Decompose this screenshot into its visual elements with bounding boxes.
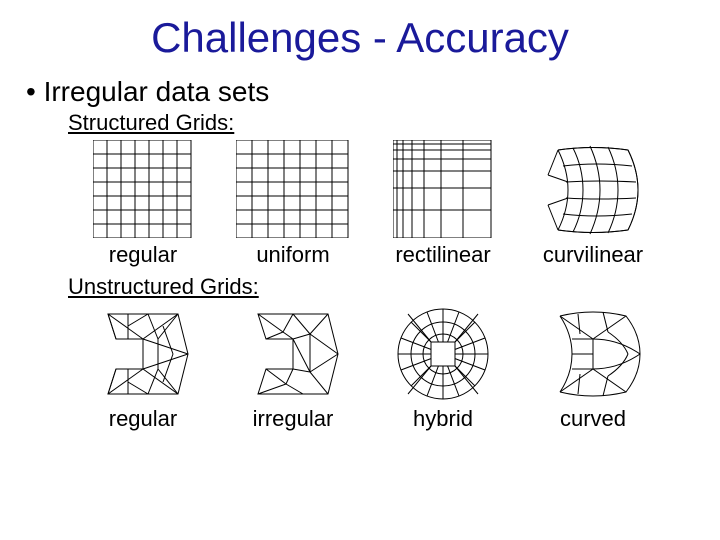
- caption-irregular: irregular: [218, 406, 368, 432]
- curved-unstructured-icon: [538, 304, 648, 404]
- caption-regular-u: regular: [68, 406, 218, 432]
- caption-rectilinear: rectilinear: [368, 242, 518, 268]
- grid-regular: [68, 140, 218, 240]
- grid-regular-unstruct: [68, 304, 218, 404]
- bullet-main: • Irregular data sets: [26, 76, 700, 108]
- grid-rectilinear: [368, 140, 518, 240]
- caption-curvilinear: curvilinear: [518, 242, 668, 268]
- structured-grids-row: [68, 140, 700, 240]
- slide: Challenges - Accuracy • Irregular data s…: [0, 0, 720, 540]
- rectilinear-grid-icon: [393, 140, 493, 238]
- uniform-grid-icon: [236, 140, 351, 238]
- caption-hybrid: hybrid: [368, 406, 518, 432]
- grid-uniform: [218, 140, 368, 240]
- grid-curved-unstruct: [518, 304, 668, 404]
- hybrid-grid-icon: [388, 304, 498, 404]
- regular-grid-icon: [93, 140, 193, 238]
- unstructured-grids-row: [68, 304, 700, 404]
- grid-curvilinear: [518, 140, 668, 240]
- curvilinear-grid-icon: [538, 140, 648, 240]
- structured-captions: regular uniform rectilinear curvilinear: [68, 242, 700, 268]
- unstructured-heading: Unstructured Grids:: [68, 274, 700, 300]
- unstructured-captions: regular irregular hybrid curved: [68, 406, 700, 432]
- irregular-unstructured-icon: [238, 304, 348, 404]
- grid-hybrid: [368, 304, 518, 404]
- caption-curved: curved: [518, 406, 668, 432]
- grid-irregular-unstruct: [218, 304, 368, 404]
- structured-heading: Structured Grids:: [68, 110, 700, 136]
- caption-uniform: uniform: [218, 242, 368, 268]
- caption-regular: regular: [68, 242, 218, 268]
- page-title: Challenges - Accuracy: [20, 14, 700, 62]
- regular-unstructured-icon: [88, 304, 198, 404]
